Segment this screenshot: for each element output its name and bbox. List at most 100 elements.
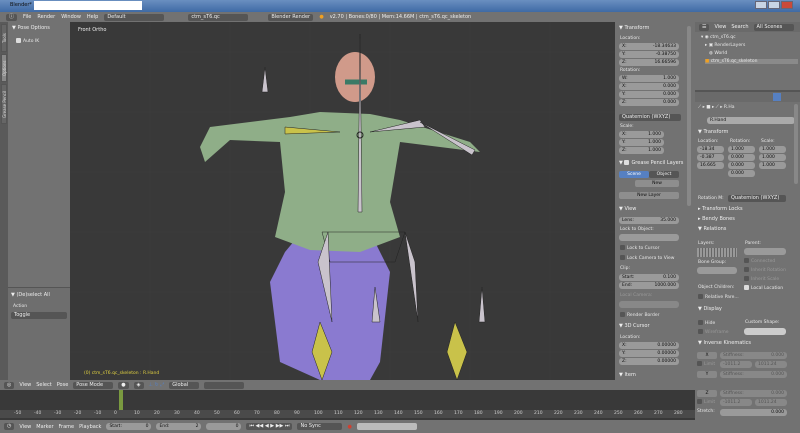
3d-viewport[interactable]: Front Ortho (0) ctm_sT6.qc_skeleton : R.… [70,22,615,380]
scale-x-field[interactable]: X: 1.000 [619,131,664,138]
npanel-scrollbar[interactable] [687,26,691,206]
pose-options-header[interactable]: ▼ Pose Options [12,24,50,32]
ik-max-z[interactable]: 1011.24 [755,399,787,406]
lens-field[interactable]: Lens: 35.000 [619,217,679,224]
transform-locks-header[interactable]: ▸ Transform Locks [698,205,743,213]
tree-world[interactable]: ◍ World [709,51,727,56]
current-frame-marker[interactable] [119,390,123,410]
inherit-scale-checkbox[interactable]: Inherit Scale [744,276,779,282]
outliner-filter-select[interactable]: All Scenes [753,23,794,31]
cursor-y-field[interactable]: Y: 0.00000 [619,350,679,357]
manipulator-icon[interactable]: ⊥ ↻ ⤢ [149,382,165,388]
gp-new-button[interactable]: New [635,180,679,187]
outliner-type-icon[interactable]: ☰ [699,23,710,31]
wireframe-checkbox[interactable]: Wireframe [698,329,728,335]
bone-rot-z[interactable]: 0.000 [728,170,755,177]
action-select[interactable]: Toggle [11,312,67,319]
end-frame-field[interactable]: End: 2 [156,423,202,430]
bone-loc-y[interactable]: -0.387 [697,154,724,161]
bone-name-field[interactable]: R.Hand [707,117,795,124]
menu-pose[interactable]: Pose [57,382,69,388]
rot-x-field[interactable]: X: 0.000 [619,83,679,90]
cursor-z-field[interactable]: Z: 0.00000 [619,358,679,365]
tree-skeleton[interactable]: ■ ctm_sT6.qc_skeleton [705,59,798,64]
timeline-menu-playback[interactable]: Playback [79,424,101,430]
layer-buttons[interactable] [204,381,245,389]
start-frame-field[interactable]: Start: 0 [106,423,152,430]
scale-y-field[interactable]: Y: 1.000 [619,139,664,146]
lock-cursor-checkbox[interactable]: Lock to Cursor [620,245,659,251]
maximize-button[interactable] [768,1,780,9]
mode-select[interactable]: Pose Mode [73,381,114,389]
bendy-bones-header[interactable]: ▸ Bendy Bones [698,215,735,223]
menu-select[interactable]: Select [36,382,51,388]
ik-lock-y[interactable]: Y [697,371,717,378]
view-header[interactable]: ▼ View [619,205,636,213]
menu-render[interactable]: Render [37,14,55,20]
relations-header[interactable]: ▼ Relations [698,225,726,233]
tree-scene[interactable]: ▾ ◉ ctm_sT6.qc [701,35,736,40]
custom-shape-field[interactable] [744,328,786,335]
inherit-rotation-checkbox[interactable]: Inherit Rotation [744,267,786,273]
bone-rotation-mode-select[interactable]: Quaternion (WXYZ) [728,195,786,202]
pivot-icon[interactable]: ◈ [133,381,144,389]
ik-lock-z[interactable]: Z [697,390,717,397]
3d-cursor-header[interactable]: ▼ 3D Cursor [619,322,650,330]
context-tabs[interactable] [695,92,800,102]
bone-loc-z[interactable]: 16.665 [697,162,724,169]
display-header[interactable]: ▼ Display [698,305,722,313]
outliner-view-menu[interactable]: View [714,24,726,30]
bone-scale-z[interactable]: 1.000 [759,162,786,169]
ik-lock-x[interactable]: X [697,352,717,359]
menu-help[interactable]: Help [87,14,98,20]
gp-scene-button[interactable]: Scene [619,171,649,178]
shading-icon[interactable]: ● [118,381,129,389]
bone-rot-y[interactable]: 0.000 [728,162,755,169]
ik-stiffness-z[interactable]: Stiffness: 0.000 [720,390,787,397]
sync-select[interactable]: No Sync [297,423,343,430]
ik-limit-z[interactable]: Limit [697,399,717,406]
stretch-field[interactable]: 0.000 [720,409,787,416]
editor-type-3d-icon[interactable]: ◎ [4,381,15,389]
cursor-x-field[interactable]: X: 0.00000 [619,342,679,349]
clip-end-field[interactable]: End: 1000.000 [619,282,679,289]
local-location-checkbox[interactable]: Local Location [744,285,783,291]
ik-stiffness-y[interactable]: Stiffness: 0.000 [720,371,787,378]
timeline-menu-frame[interactable]: Frame [59,424,75,430]
record-icon[interactable]: ● [347,424,351,430]
tab-grease-pencil[interactable]: Grease Pencil [1,84,7,124]
ik-max-x[interactable]: 1011.24 [755,361,787,368]
tab-options[interactable]: Options [1,54,7,82]
rot-y-field[interactable]: Y: 0.000 [619,91,679,98]
timeline-ruler[interactable]: -50 -40 -30 -20 -10 0 10 20 30 40 50 60 70 80 90 100 110… [0,410,695,418]
gp-object-button[interactable]: Object [649,171,679,178]
tab-tools[interactable]: Tools [1,24,7,52]
scale-z-field[interactable]: Z: 1.000 [619,147,664,154]
connected-checkbox[interactable]: Connected [744,258,775,264]
rotation-mode-select[interactable]: Quaternion (WXYZ) [619,114,681,121]
auto-ik-checkbox[interactable]: Auto IK [16,38,39,44]
bone-transform-header[interactable]: ▼ Transform [698,128,728,136]
bone-scale-x[interactable]: 1.000 [759,146,786,153]
item-header[interactable]: ▼ Item [619,371,636,379]
editor-type-icon[interactable]: ⓘ [6,13,18,21]
clip-start-field[interactable]: Start: 0.100 [619,274,679,281]
playback-controls[interactable]: ⏮ ◀◀ ◀ ▶ ▶▶ ⏭ [246,423,293,430]
outliner-search-menu[interactable]: Search [731,24,748,30]
keying-set-field[interactable] [356,423,417,430]
parent-field[interactable] [744,248,786,255]
scene-select[interactable]: ctm_sT6.qc [188,13,249,21]
menu-window[interactable]: Window [61,14,81,20]
rot-z-field[interactable]: Z: 0.000 [619,99,679,106]
tree-renderlayers[interactable]: ▸ ▣ RenderLayers [705,43,745,48]
lock-camera-checkbox[interactable]: Lock Camera to View [620,255,674,261]
bone-rot-w[interactable]: 1.000 [728,146,755,153]
menu-view[interactable]: View [19,382,31,388]
ik-min-z[interactable]: -1011.2 [720,399,752,406]
orientation-select[interactable]: Global [169,381,200,389]
props-scrollbar[interactable] [794,104,798,184]
hide-checkbox[interactable]: Hide [698,320,715,326]
ik-min-x[interactable]: -1011.2 [720,361,752,368]
bone-tab-icon[interactable] [773,93,781,101]
loc-x-field[interactable]: X: -18.34633 [619,43,679,50]
